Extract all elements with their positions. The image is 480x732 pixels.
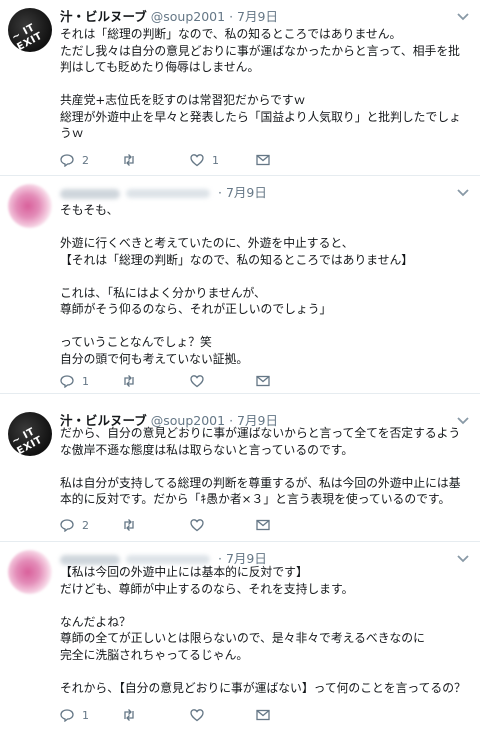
retweet-button[interactable] [122,517,144,533]
redacted-display-name [60,554,120,565]
tweet: ~ IT EXIT 汁・ビルヌーブ @soup2001 · 7月9日 それは「総… [0,0,480,176]
heart-icon [190,519,204,532]
chevron-down-icon[interactable] [456,412,470,426]
tweet: ~ IT EXIT 汁・ビルヌーブ @soup2001 · 7月9日 だから、自… [0,404,480,542]
tweet: · 7月9日 【私は今回の外遊中止には基本的に反対です】 だけども、尊師が中止す… [0,542,480,732]
avatar[interactable]: ~ IT EXIT [8,412,52,456]
tweet-actions: 2 1 [60,152,320,168]
tweet-date[interactable]: 7月9日 [226,185,267,200]
mail-icon [256,154,270,166]
chevron-down-icon[interactable] [456,184,470,198]
direct-message-button[interactable] [256,152,270,168]
heart-icon [190,375,204,388]
reply-count: 2 [82,518,89,532]
tweet-header: 汁・ビルヌーブ @soup2001 · 7月9日 [60,6,452,24]
heart-icon [190,709,204,722]
tweet-text-content: それは「総理の判断」なので、私の知るところではありません。 ただし我々は自分の意… [60,27,461,140]
reply-button[interactable]: 2 [60,152,89,168]
tweet-actions: 1 [60,707,320,723]
direct-message-button[interactable] [256,373,270,389]
reply-count: 2 [82,153,89,167]
tweet-text: それは「総理の判断」なので、私の知るところではありません。 ただし我々は自分の意… [60,26,468,142]
tweet-text: だから、自分の意見どおりに事が運ばないからと言って全てを否定するような傲岸不遜な… [60,425,468,508]
avatar[interactable] [8,550,52,594]
redacted-user-handle [126,555,210,564]
retweet-button[interactable] [122,373,144,389]
mail-icon [256,709,270,721]
reply-count: 1 [82,374,89,388]
display-name[interactable]: 汁・ビルヌーブ [60,9,147,24]
tweet-text: そもそも、 外遊に行くべきと考えていたのに、外遊を中止すると、 【それは「総理の… [60,202,468,367]
avatar[interactable]: ~ IT EXIT [8,8,52,52]
tweet-actions: 2 [60,517,320,533]
avatar[interactable] [8,184,52,228]
direct-message-button[interactable] [256,517,270,533]
reply-count: 1 [82,708,89,722]
separator-dot: · [229,9,234,24]
chevron-down-icon[interactable] [456,550,470,564]
like-button[interactable] [190,517,212,533]
retweet-icon [124,375,134,387]
tweet-actions: 1 [60,373,320,389]
heart-icon [190,154,204,167]
like-count: 1 [212,153,219,167]
like-button[interactable] [190,373,212,389]
reply-icon [60,709,74,722]
reply-icon [60,154,74,167]
tweet-date[interactable]: 7月9日 [237,9,278,24]
reply-icon [60,375,74,388]
tweet-text-content: だから、自分の意見どおりに事が運ばないからと言って全てを否定するような傲岸不遜な… [60,426,461,506]
retweet-button[interactable] [122,152,144,168]
reply-icon [60,519,74,532]
user-handle[interactable]: @soup2001 [151,9,225,24]
retweet-button[interactable] [122,707,144,723]
avatar-exit-text: ~ IT EXIT [10,22,45,52]
retweet-icon [124,709,134,721]
chevron-down-icon[interactable] [456,8,470,22]
avatar-exit-text: ~ IT EXIT [10,426,45,456]
tweet-text-content: そもそも、 外遊に行くべきと考えていたのに、外遊を中止すると、 【それは「総理の… [60,203,414,366]
tweet: · 7月9日 そもそも、 外遊に行くべきと考えていたのに、外遊を中止すると、 【… [0,176,480,394]
redacted-user-handle [126,189,210,198]
direct-message-button[interactable] [256,707,270,723]
retweet-icon [124,519,134,531]
redacted-display-name [60,188,120,199]
like-button[interactable]: 1 [190,152,219,168]
reply-button[interactable]: 1 [60,707,89,723]
tweet-text-content: 【私は今回の外遊中止には基本的に反対です】 だけども、尊師が中止するのなら、それ… [60,565,466,695]
reply-button[interactable]: 1 [60,373,89,389]
separator-dot: · [217,185,222,200]
mail-icon [256,375,270,387]
tweet-header: · 7月9日 [60,182,452,200]
tweet-text: 【私は今回の外遊中止には基本的に反対です】 だけども、尊師が中止するのなら、それ… [60,564,468,696]
mail-icon [256,519,270,531]
like-button[interactable] [190,707,212,723]
retweet-icon [124,154,134,166]
reply-button[interactable]: 2 [60,517,89,533]
